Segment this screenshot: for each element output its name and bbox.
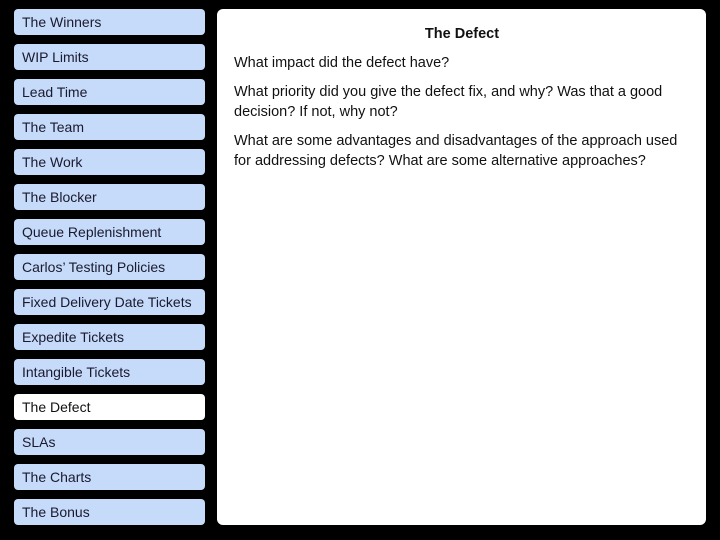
question-1: What impact did the defect have? [234, 55, 450, 71]
sidebar-item-the-defect[interactable]: The Defect [14, 394, 205, 420]
sidebar-item-the-blocker[interactable]: The Blocker [14, 184, 205, 210]
sidebar-item-lead-time[interactable]: Lead Time [14, 79, 205, 105]
sidebar-item-the-winners[interactable]: The Winners [14, 9, 205, 35]
question-2: What priority did you give the defect fi… [234, 84, 663, 120]
content-panel: The Defect What impact did the defect ha… [217, 9, 706, 525]
sidebar-item-slas[interactable]: SLAs [14, 429, 205, 455]
sidebar-item-expedite-tickets[interactable]: Expedite Tickets [14, 324, 205, 350]
question-3: What are some advantages and disadvantag… [234, 133, 678, 169]
sidebar-item-fixed-delivery-date-tickets[interactable]: Fixed Delivery Date Tickets [14, 289, 205, 315]
sidebar-item-the-charts[interactable]: The Charts [14, 464, 205, 490]
sidebar-item-wip-limits[interactable]: WIP Limits [14, 44, 205, 70]
sidebar-nav: The Winners WIP Limits Lead Time The Tea… [14, 9, 205, 534]
panel-title: The Defect [424, 26, 500, 42]
sidebar-item-queue-replenishment[interactable]: Queue Replenishment [14, 219, 205, 245]
sidebar-item-carlos-testing-policies[interactable]: Carlos’ Testing Policies [14, 254, 205, 280]
sidebar-item-the-team[interactable]: The Team [14, 114, 205, 140]
sidebar-item-intangible-tickets[interactable]: Intangible Tickets [14, 359, 205, 385]
sidebar-item-the-bonus[interactable]: The Bonus [14, 499, 205, 525]
sidebar-item-the-work[interactable]: The Work [14, 149, 205, 175]
